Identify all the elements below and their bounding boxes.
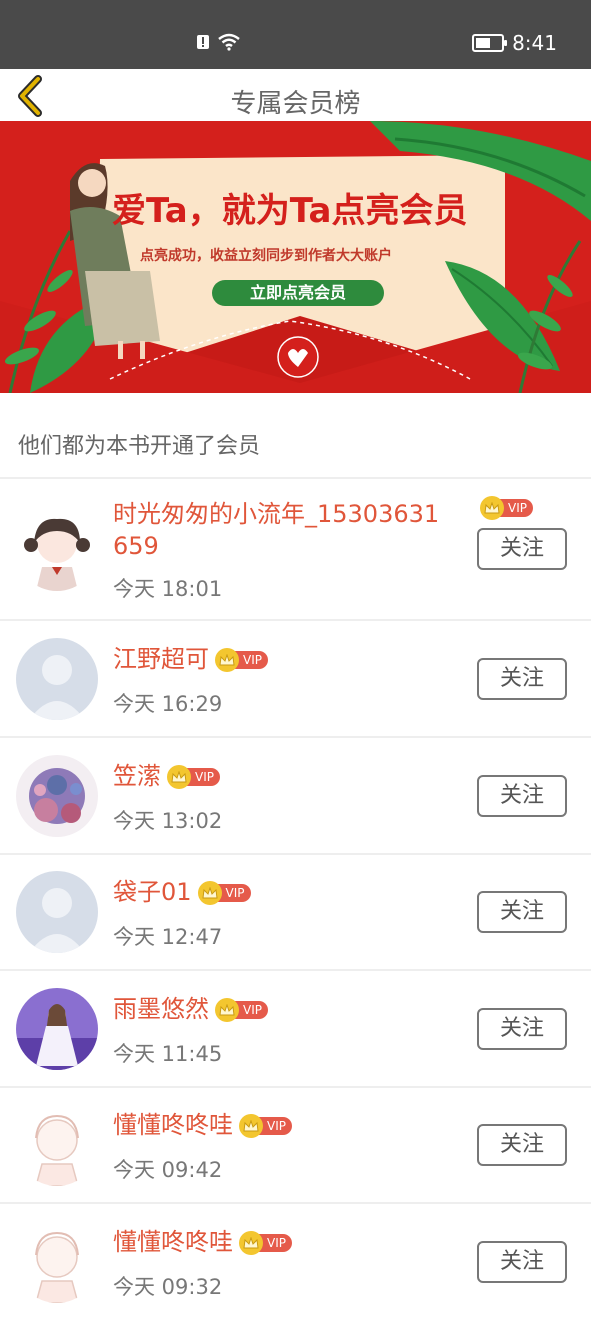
avatar[interactable] <box>16 755 98 837</box>
vip-badge: VIP <box>239 1114 292 1138</box>
member-name-text: 懂懂咚咚哇 <box>113 1228 233 1256</box>
member-name-text: 懂懂咚咚哇 <box>113 1111 233 1139</box>
join-time: 今天 16:29 <box>113 692 223 716</box>
banner-headline: 爱Ta，就为Ta点亮会员 <box>112 191 468 231</box>
follow-button[interactable]: 关注 <box>477 528 567 570</box>
header-bar: 专属会员榜 <box>0 69 591 121</box>
status-time: 8:41 <box>512 31 557 55</box>
banner-cta-button[interactable]: 立即点亮会员 <box>212 280 384 306</box>
member-row[interactable]: 时光匆匆的小流年_15303631659 今天 18:01 关注 <box>0 478 591 619</box>
crown-icon <box>197 881 222 905</box>
crown-icon <box>239 1114 263 1138</box>
crown-icon <box>239 1231 263 1255</box>
join-time: 今天 11:45 <box>113 1042 223 1066</box>
member-name[interactable]: 懂懂咚咚哇 VIP <box>113 1109 292 1141</box>
follow-button[interactable]: 关注 <box>477 1008 567 1050</box>
battery-icon <box>472 34 508 52</box>
crown-icon <box>215 648 239 672</box>
member-row[interactable]: 袋子01 VIP 今天 12:47 关注 <box>0 853 591 969</box>
join-time: 今天 09:42 <box>113 1158 223 1182</box>
vip-badge: VIP <box>239 1231 292 1255</box>
section-title: 他们都为本书开通了会员 <box>18 434 261 459</box>
crown-icon <box>480 496 504 520</box>
follow-button[interactable]: 关注 <box>477 775 567 817</box>
avatar[interactable] <box>16 509 98 591</box>
vip-badge: VIP <box>215 648 268 672</box>
banner-subtext: 点亮成功，收益立刻同步到作者大大账户 <box>140 248 392 264</box>
member-row[interactable]: 笠潆 VIP 今天 13:02 关注 <box>0 737 591 853</box>
follow-button[interactable]: 关注 <box>477 1241 567 1283</box>
join-time: 今天 18:01 <box>113 577 223 601</box>
member-name[interactable]: 笠潆 VIP <box>113 760 220 792</box>
member-name-text: 笠潆 <box>113 762 161 790</box>
vip-badge: VIP <box>197 881 251 905</box>
member-name-text: 时光匆匆的小流年_15303631659 <box>113 500 440 560</box>
avatar[interactable] <box>16 1221 98 1303</box>
follow-button[interactable]: 关注 <box>477 658 567 700</box>
avatar[interactable] <box>16 988 98 1070</box>
vip-badge: VIP <box>215 998 268 1022</box>
alert-icon <box>197 35 209 49</box>
member-row[interactable]: 江野超可 VIP 今天 16:29 关注 <box>0 620 591 736</box>
member-row[interactable]: 雨墨悠然 VIP 今天 11:45 关注 <box>0 970 591 1086</box>
follow-button[interactable]: 关注 <box>477 891 567 933</box>
member-name-text: 袋子01 <box>113 878 192 906</box>
member-name[interactable]: 袋子01 VIP <box>113 876 251 908</box>
member-name[interactable]: 江野超可 VIP <box>113 643 268 675</box>
join-time: 今天 09:32 <box>113 1275 223 1299</box>
follow-button[interactable]: 关注 <box>477 1124 567 1166</box>
avatar[interactable] <box>16 871 98 953</box>
page-title: 专属会员榜 <box>230 89 361 119</box>
crown-icon <box>215 998 239 1022</box>
avatar[interactable] <box>16 638 98 720</box>
avatar[interactable] <box>16 1104 98 1186</box>
vip-badge: VIP <box>167 765 220 789</box>
member-name[interactable]: 雨墨悠然 VIP <box>113 993 268 1025</box>
member-row[interactable]: 懂懂咚咚哇 VIP 今天 09:42 关注 <box>0 1086 591 1202</box>
member-name-text: 江野超可 <box>113 645 209 673</box>
join-time: 今天 12:47 <box>113 925 223 949</box>
status-bar: 8:41 <box>0 0 591 69</box>
member-name[interactable]: 懂懂咚咚哇 VIP <box>113 1226 292 1258</box>
join-time: 今天 13:02 <box>113 809 223 833</box>
member-name[interactable]: 时光匆匆的小流年_15303631659 <box>113 498 453 562</box>
member-name-text: 雨墨悠然 <box>113 995 209 1023</box>
crown-icon <box>167 765 191 789</box>
member-row[interactable]: 懂懂咚咚哇 VIP 今天 09:32 关注 <box>0 1203 591 1319</box>
status-icons <box>196 33 240 51</box>
promo-banner[interactable]: 爱Ta，就为Ta点亮会员 点亮成功，收益立刻同步到作者大大账户 立即点亮会员 <box>0 121 591 393</box>
status-right: 8:41 <box>472 31 557 55</box>
wifi-icon <box>218 33 240 51</box>
